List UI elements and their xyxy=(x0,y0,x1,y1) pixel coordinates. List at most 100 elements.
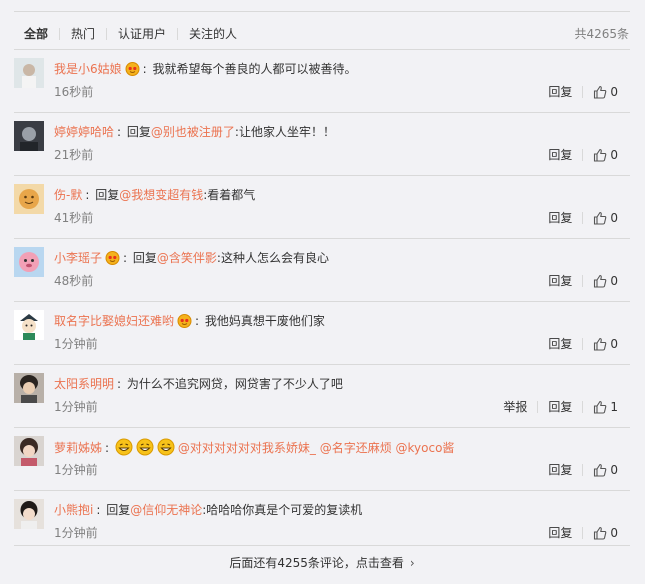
avatar[interactable] xyxy=(14,184,44,214)
tab-following[interactable]: 关注的人 xyxy=(189,26,237,42)
comment-item: 婷婷婷哈哈: 回复@别也被注册了:让他家人坐牢！！ 21秒前 回复 0 xyxy=(14,112,630,175)
comment-item: 萝莉姊姊: @对对对对对对我系娇妹_ @名字还麻烦 @kyoco酱 1分钟前 回… xyxy=(14,427,630,490)
like-button[interactable]: 0 xyxy=(593,337,618,351)
crown-face-icon xyxy=(177,314,192,328)
avatar[interactable] xyxy=(14,499,44,529)
like-button[interactable]: 0 xyxy=(593,463,618,477)
username[interactable]: 婷婷婷哈哈 xyxy=(54,125,114,139)
action-divider xyxy=(582,275,584,287)
username[interactable]: 我是小6姑娘 xyxy=(54,62,122,76)
action-divider xyxy=(582,401,584,413)
filter-tabs: 全部 热门 认证用户 关注的人 xyxy=(24,26,237,42)
grin-icon xyxy=(157,438,175,456)
comment-text: 我他妈真想干废他们家 xyxy=(204,314,325,328)
comment-text: :哈哈哈你真是个可爱的复读机 xyxy=(202,503,363,517)
comment-text: 我就希望每个善良的人都可以被善待。 xyxy=(152,62,357,76)
comment-item: 太阳系明明: 为什么不追究网贷，网贷害了不少人了吧 1分钟前 举报 回复 1 xyxy=(14,364,630,427)
reply-button[interactable]: 回复 xyxy=(548,273,572,289)
reply-button[interactable]: 回复 xyxy=(548,399,572,415)
comment-item: 伤-默: 回复@我想变超有钱:看着都气 41秒前 回复 0 xyxy=(14,175,630,238)
timestamp: 1分钟前 xyxy=(54,400,98,414)
action-divider xyxy=(582,338,584,350)
tab-divider xyxy=(177,28,179,40)
like-button[interactable]: 1 xyxy=(593,400,618,414)
mention-link[interactable]: @别也被注册了 xyxy=(151,125,235,139)
like-button[interactable]: 0 xyxy=(593,211,618,225)
timestamp: 41秒前 xyxy=(54,211,94,225)
thumbs-up-icon xyxy=(594,337,607,351)
like-button[interactable]: 0 xyxy=(593,274,618,288)
reply-button[interactable]: 回复 xyxy=(548,84,572,100)
like-count: 0 xyxy=(610,148,618,162)
mention-link[interactable]: @信仰无神论 xyxy=(130,503,202,517)
timestamp: 1分钟前 xyxy=(54,463,98,477)
thumbs-up-icon xyxy=(594,85,607,99)
like-button[interactable]: 0 xyxy=(593,85,618,99)
like-button[interactable]: 0 xyxy=(593,526,618,540)
like-count: 0 xyxy=(610,211,618,225)
load-more-link[interactable]: 后面还有4255条评论，点击查看 › xyxy=(14,545,630,584)
timestamp: 1分钟前 xyxy=(54,337,98,351)
comment-text: 为什么不追究网贷，网贷害了不少人了吧 xyxy=(126,377,343,391)
username[interactable]: 萝莉姊姊 xyxy=(54,441,102,455)
thumbs-up-icon xyxy=(594,148,607,162)
tab-divider xyxy=(59,28,61,40)
comment-item: 小李瑶子: 回复@含笑伴影:这种人怎么会有良心 48秒前 回复 0 xyxy=(14,238,630,301)
avatar[interactable] xyxy=(14,310,44,340)
like-button[interactable]: 0 xyxy=(593,148,618,162)
grin-icon xyxy=(115,438,133,456)
username[interactable]: 伤-默 xyxy=(54,188,82,202)
tab-hot[interactable]: 热门 xyxy=(71,26,95,42)
comment-actions: 回复 0 xyxy=(548,525,618,541)
like-count: 0 xyxy=(610,274,618,288)
mention-link[interactable]: @对对对对对对我系娇妹_ @名字还麻烦 @kyoco酱 xyxy=(178,441,455,455)
reply-button[interactable]: 回复 xyxy=(548,147,572,163)
avatar[interactable] xyxy=(14,247,44,277)
reply-prefix: 回复 xyxy=(95,188,120,202)
action-divider xyxy=(582,212,584,224)
like-count: 1 xyxy=(610,400,618,414)
action-divider xyxy=(537,401,539,413)
comment-item: 我是小6姑娘: 我就希望每个善良的人都可以被善待。 16秒前 回复 0 xyxy=(14,49,630,112)
mention-link[interactable]: @含笑伴影 xyxy=(157,251,217,265)
timestamp: 48秒前 xyxy=(54,274,94,288)
reply-prefix: 回复 xyxy=(126,125,151,139)
timestamp: 21秒前 xyxy=(54,148,94,162)
avatar[interactable] xyxy=(14,436,44,466)
comment-actions: 回复 0 xyxy=(548,84,618,100)
tab-verified[interactable]: 认证用户 xyxy=(118,26,166,42)
reply-prefix: 回复 xyxy=(106,503,131,517)
comment-list: 我是小6姑娘: 我就希望每个善良的人都可以被善待。 16秒前 回复 0 婷婷婷哈… xyxy=(14,49,630,553)
comment-actions: 举报 回复 1 xyxy=(503,399,618,415)
crown-face-icon xyxy=(125,62,140,76)
reply-button[interactable]: 回复 xyxy=(548,336,572,352)
comment-panel: 全部 热门 认证用户 关注的人 共4265条 我是小6姑娘: 我就希望每个善良的… xyxy=(14,0,630,584)
like-count: 0 xyxy=(610,463,618,477)
avatar[interactable] xyxy=(14,121,44,151)
mention-link[interactable]: @我想变超有钱 xyxy=(119,188,203,202)
comment-text: :这种人怎么会有良心 xyxy=(216,251,329,265)
like-count: 0 xyxy=(610,337,618,351)
like-count: 0 xyxy=(610,526,618,540)
thumbs-up-icon xyxy=(594,400,607,414)
username[interactable]: 小李瑶子 xyxy=(54,251,102,265)
comment-actions: 回复 0 xyxy=(548,210,618,226)
avatar[interactable] xyxy=(14,58,44,88)
report-button[interactable]: 举报 xyxy=(503,399,527,415)
reply-button[interactable]: 回复 xyxy=(548,462,572,478)
avatar[interactable] xyxy=(14,373,44,403)
reply-button[interactable]: 回复 xyxy=(548,210,572,226)
top-divider xyxy=(14,11,630,12)
username[interactable]: 小熊抱i xyxy=(54,503,93,517)
grin-icon xyxy=(136,438,154,456)
action-divider xyxy=(582,527,584,539)
reply-button[interactable]: 回复 xyxy=(548,525,572,541)
comment-text: :让他家人坐牢！！ xyxy=(234,125,335,139)
tab-all[interactable]: 全部 xyxy=(24,26,48,42)
reply-prefix: 回复 xyxy=(132,251,157,265)
username[interactable]: 太阳系明明 xyxy=(54,377,114,391)
comment-actions: 回复 0 xyxy=(548,462,618,478)
thumbs-up-icon xyxy=(594,463,607,477)
username[interactable]: 取名字比娶媳妇还难哟 xyxy=(54,314,174,328)
timestamp: 1分钟前 xyxy=(54,526,98,540)
